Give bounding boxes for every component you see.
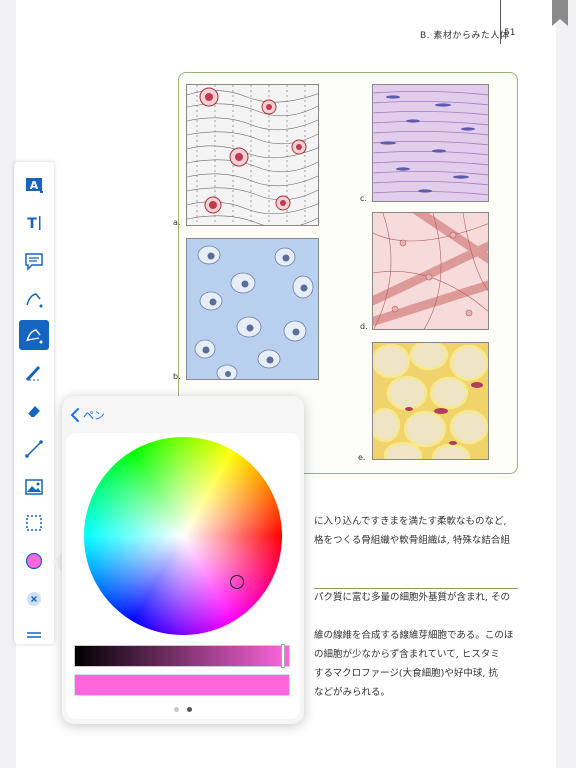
body-text-line: に入り込んですきまを満たす柔軟なものなど, [314, 516, 507, 527]
svg-text:T: T [27, 216, 37, 232]
pen-color-popover: ペン [62, 396, 304, 724]
color-wheel[interactable] [84, 437, 282, 635]
page-dot-2[interactable] [187, 707, 192, 712]
body-text-line: 格をつくる骨組織や軟骨組織は, 特殊な結合組 [314, 535, 510, 546]
body-text-line: するマクロファージ(大食細胞)や好中球, 抗 [314, 668, 498, 679]
selection-tool-icon [24, 513, 44, 533]
chevron-left-icon [70, 408, 79, 422]
figure-tile-e [372, 342, 489, 460]
body-text-line [314, 569, 524, 588]
annotation-toolbar: AT [14, 162, 54, 644]
figure-label-e: e. [358, 453, 366, 462]
selection-tool-button[interactable] [19, 508, 49, 538]
image-tool-icon [24, 477, 44, 497]
figure-tile-c [372, 84, 489, 202]
figure-label-d: d. [360, 322, 368, 331]
color-tool-button[interactable] [19, 546, 49, 576]
page-number: 51 [504, 28, 516, 38]
clear-tool-button[interactable] [19, 584, 49, 614]
body-text-line [314, 550, 524, 569]
figure-tile-a [186, 84, 319, 226]
color-picker-panel [66, 433, 300, 719]
header-divider [500, 0, 501, 44]
figure-label-c: c. [360, 194, 367, 203]
comment-tool-button[interactable] [19, 246, 49, 276]
eraser-tool-icon [24, 401, 44, 421]
pen-tool-icon [24, 289, 44, 309]
eraser-tool-button[interactable] [19, 396, 49, 426]
comment-tool-icon [24, 251, 44, 271]
color-tool-icon [24, 551, 44, 571]
pen-settings-tool-button[interactable] [19, 320, 49, 350]
menu-button[interactable] [19, 620, 49, 650]
pen-tool-button[interactable] [19, 284, 49, 314]
menu-icon [24, 625, 44, 645]
body-text-line [314, 607, 524, 626]
bookmark-icon[interactable] [552, 0, 568, 26]
highlighter-tool-icon [24, 363, 44, 383]
svg-text:A: A [30, 179, 39, 192]
color-wheel-saturation [84, 437, 282, 635]
brightness-slider[interactable] [74, 644, 290, 668]
text-insert-tool-button[interactable]: T [19, 208, 49, 238]
figure-label-a: a. [173, 218, 181, 227]
figure-tile-d [372, 212, 489, 330]
line-tool-icon [24, 439, 44, 459]
image-tool-button[interactable] [19, 472, 49, 502]
line-tool-button[interactable] [19, 434, 49, 464]
body-text-line: 維の線維を合成する線維芽細胞である。このほ [314, 630, 514, 641]
body-text-line: の細胞が少なからず含まれていて, ヒスタミ [314, 649, 500, 660]
back-label: ペン [83, 409, 105, 422]
page-indicator[interactable] [174, 707, 192, 712]
text-highlight-tool-icon: A [24, 175, 44, 195]
back-button[interactable]: ペン [70, 404, 105, 426]
text-highlight-tool-button[interactable]: A [19, 170, 49, 200]
brightness-slider-thumb[interactable] [280, 644, 285, 668]
text-insert-tool-icon: T [24, 213, 44, 233]
page-dot-1[interactable] [174, 707, 179, 712]
color-wheel-cursor[interactable] [230, 575, 244, 589]
selected-color-preview [74, 674, 290, 696]
body-text: に入り込んですきまを満たす柔軟なものなど, 格をつくる骨組織や軟骨組織は, 特殊な… [314, 512, 524, 702]
pen-settings-tool-icon [24, 325, 44, 345]
header-title: B. 素材からみた人体 [420, 31, 510, 41]
clear-tool-icon [24, 589, 44, 609]
figure-label-b: b. [173, 372, 181, 381]
highlighter-tool-button[interactable] [19, 358, 49, 388]
section-divider [314, 588, 518, 589]
body-text-line: などがみられる。 [314, 687, 391, 698]
body-text-line: パク質に富む多量の細胞外基質が含まれ, その [314, 592, 511, 603]
figure-tile-b [186, 238, 319, 380]
